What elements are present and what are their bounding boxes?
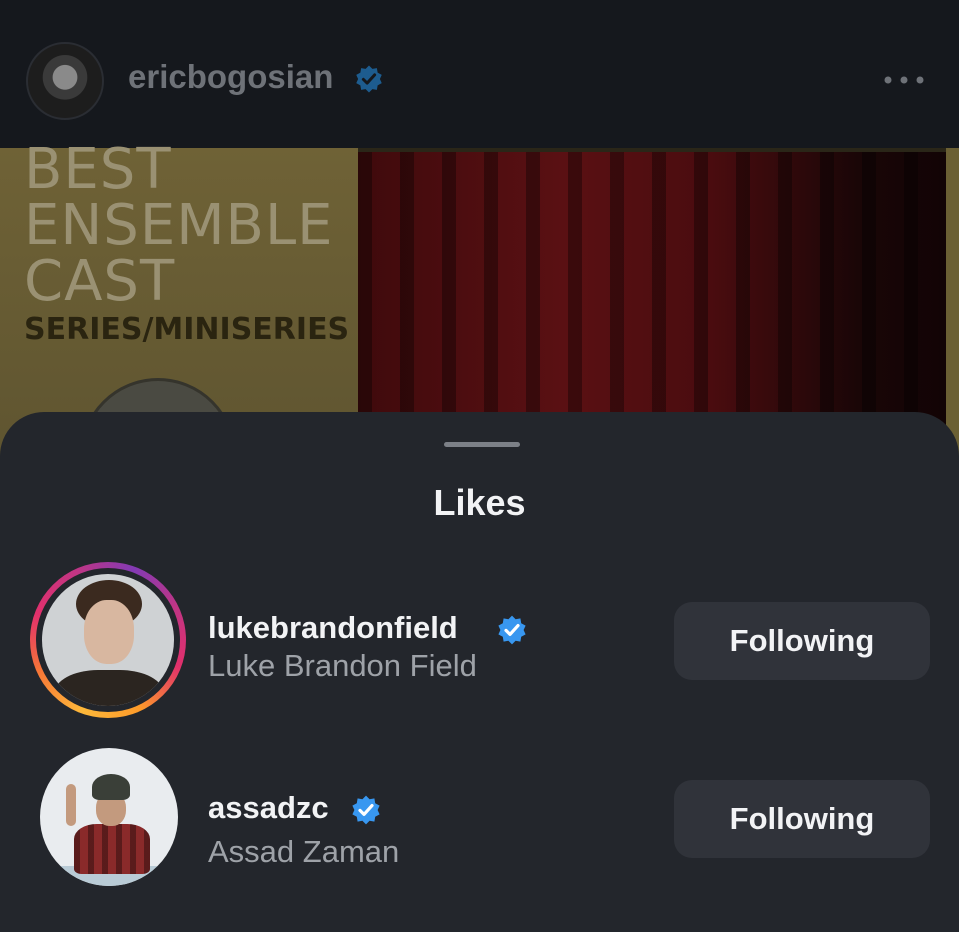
- like-username[interactable]: lukebrandonfield: [208, 610, 458, 646]
- likes-sheet: Likes lukebrandonfield Luke Brandon Fiel…: [0, 412, 959, 932]
- verified-icon: [498, 615, 526, 645]
- poster-subtitle: SERIES/MINISERIES: [24, 312, 350, 347]
- avatar[interactable]: [40, 748, 178, 886]
- post-author-username[interactable]: ericbogosian: [128, 58, 333, 96]
- sheet-title: Likes: [433, 482, 526, 523]
- like-row[interactable]: assadzc Assad Zaman Following: [0, 742, 959, 892]
- poster-line-1: BEST: [24, 137, 172, 202]
- like-full-name: Assad Zaman: [208, 834, 400, 869]
- like-row[interactable]: lukebrandonfield Luke Brandon Field Foll…: [0, 562, 959, 718]
- like-username[interactable]: assadzc: [208, 790, 329, 826]
- more-options-icon[interactable]: [882, 70, 926, 90]
- verified-icon: [356, 65, 382, 93]
- following-button[interactable]: Following: [674, 602, 930, 680]
- poster-line-2: ENSEMBLE: [24, 193, 334, 258]
- verified-icon: [352, 795, 380, 825]
- poster-line-3: CAST: [24, 249, 176, 314]
- post-header: ericbogosian: [0, 0, 959, 148]
- avatar: [42, 574, 174, 706]
- story-ring[interactable]: [30, 562, 186, 718]
- post-author-avatar[interactable]: [26, 42, 104, 120]
- sheet-drag-handle[interactable]: [444, 442, 520, 447]
- following-button[interactable]: Following: [674, 780, 930, 858]
- like-full-name: Luke Brandon Field: [208, 648, 477, 683]
